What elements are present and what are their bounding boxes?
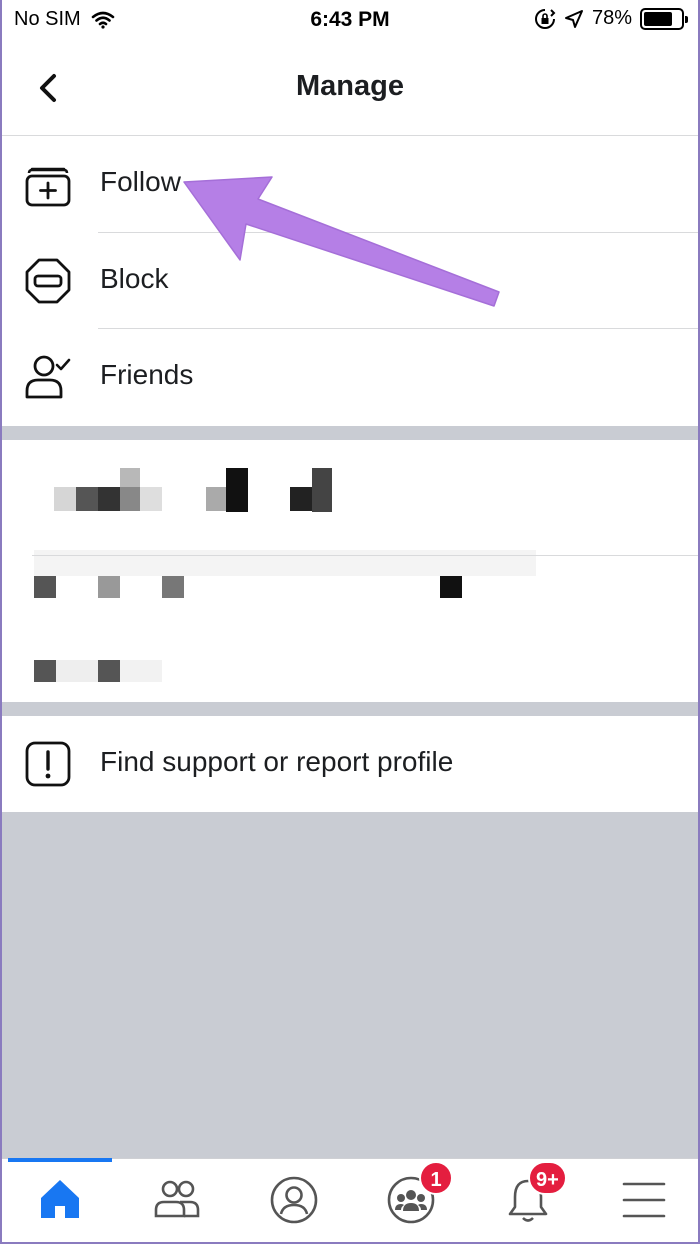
divider: [32, 555, 698, 556]
follow-item[interactable]: Follow: [2, 136, 698, 232]
tab-friends[interactable]: [119, 1159, 235, 1242]
obscured-content: [2, 440, 698, 702]
follow-add-icon: [25, 167, 71, 207]
tab-menu[interactable]: [586, 1159, 698, 1242]
follow-label: Follow: [100, 166, 181, 197]
pixel-block: [76, 487, 98, 511]
battery-percent: 78%: [591, 7, 632, 29]
tab-groups[interactable]: 1: [353, 1159, 469, 1242]
support-report-label: Find support or report profile: [100, 746, 454, 777]
pixel-block: [34, 660, 56, 682]
pixel-block: [120, 487, 140, 511]
battery-icon: [640, 7, 688, 30]
pixel-block: [34, 576, 56, 598]
pixel-block: [98, 487, 120, 511]
pixel-block: [120, 468, 140, 488]
exclamation-icon: [25, 741, 71, 787]
support-section: Find support or report profile: [2, 716, 698, 812]
tab-notifications[interactable]: 9+: [470, 1159, 586, 1242]
groups-badge: 1: [419, 1161, 453, 1195]
header: Manage: [2, 44, 698, 136]
block-icon: [25, 258, 71, 304]
orientation-lock-icon: [535, 8, 556, 29]
manage-actions: Follow Block Friends: [2, 136, 698, 426]
notifications-badge: 9+: [528, 1161, 567, 1195]
location-icon: [564, 9, 583, 28]
manage-screen: No SIM 6:43 PM 78% Manage Follow Block F…: [0, 0, 700, 1244]
pixel-block: [206, 487, 228, 511]
friends-icon: [154, 1180, 200, 1218]
pixel-block: [440, 576, 462, 598]
page-title: Manage: [296, 70, 404, 102]
friends-check-icon: [25, 355, 71, 399]
profile-icon: [270, 1176, 318, 1224]
friends-label: Friends: [100, 359, 194, 390]
tab-home[interactable]: [2, 1159, 118, 1242]
pixel-block: [162, 576, 184, 598]
pixel-block: [226, 468, 248, 512]
pixel-block: [56, 660, 98, 682]
tab-profile[interactable]: [236, 1159, 352, 1242]
pixel-block: [98, 576, 120, 598]
friends-item[interactable]: Friends: [2, 329, 698, 425]
bottom-tab-bar: 1 9+: [2, 1158, 698, 1242]
home-icon: [41, 1180, 79, 1218]
pixel-block: [34, 550, 536, 576]
battery-fill: [644, 11, 673, 26]
pixel-block: [140, 487, 162, 511]
pixel-block: [312, 468, 332, 512]
menu-icon: [622, 1182, 666, 1218]
pixel-block: [120, 660, 162, 682]
pixel-block: [290, 487, 312, 511]
support-report-item[interactable]: Find support or report profile: [2, 716, 698, 812]
block-item[interactable]: Block: [2, 233, 698, 329]
pixel-block: [54, 487, 76, 511]
pixel-block: [98, 660, 120, 682]
status-bar: No SIM 6:43 PM 78%: [2, 0, 698, 44]
block-label: Block: [100, 263, 169, 294]
